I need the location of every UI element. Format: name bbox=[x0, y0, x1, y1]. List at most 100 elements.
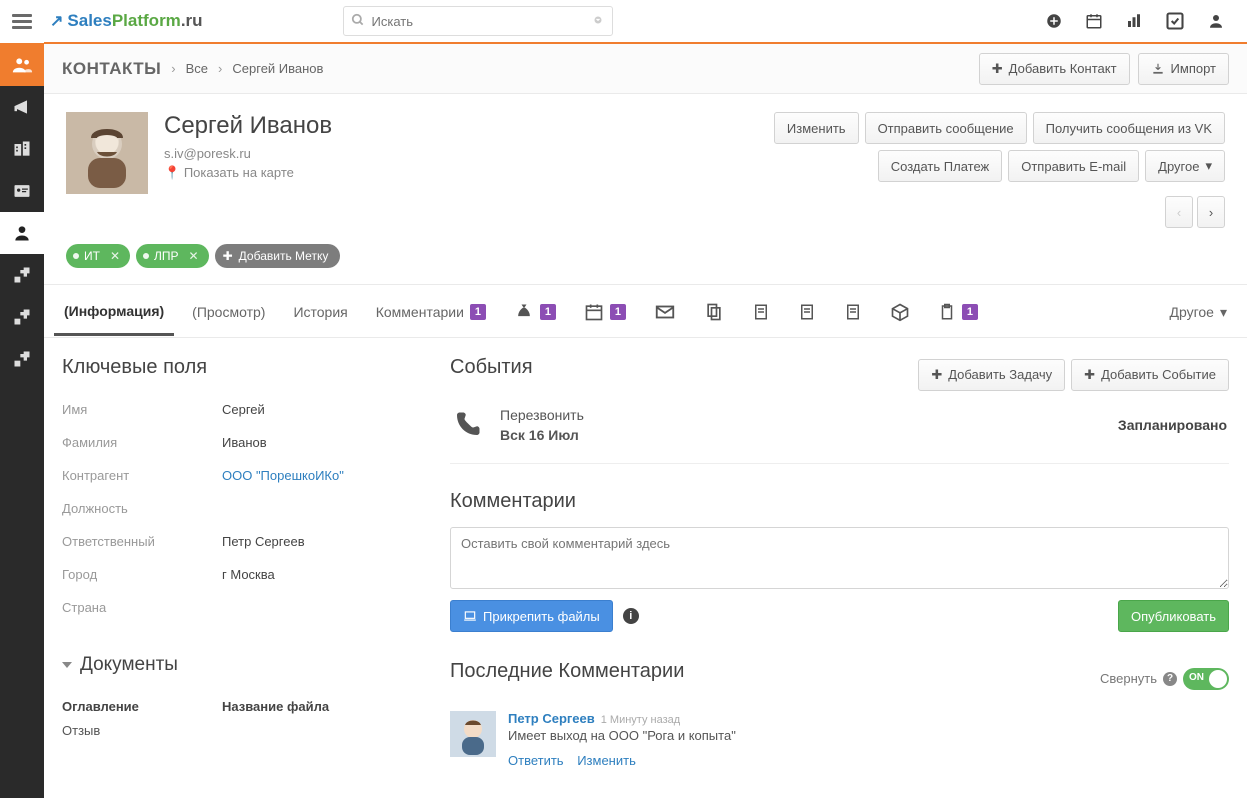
keyfield-label: Страна bbox=[62, 600, 222, 615]
tab-view[interactable]: (Просмотр) bbox=[182, 288, 275, 334]
tab-box[interactable] bbox=[880, 286, 920, 336]
comments-title: Комментарии bbox=[450, 490, 1229, 513]
tab-page2[interactable] bbox=[788, 286, 826, 336]
comment-author[interactable]: Петр Сергеев bbox=[508, 711, 595, 726]
add-icon[interactable] bbox=[1045, 12, 1063, 30]
keyfield-row: ОтветственныйПетр Сергеев bbox=[62, 525, 432, 558]
add-contact-button[interactable]: ✚Добавить Контакт bbox=[979, 53, 1130, 85]
user-icon[interactable] bbox=[1207, 12, 1225, 30]
chevron-right-icon: › bbox=[218, 61, 222, 76]
collapse-toggle[interactable]: ON bbox=[1183, 668, 1229, 690]
recent-comment-item: Петр Сергеев1 Минуту назад Имеет выход н… bbox=[450, 711, 1229, 768]
docs-col1-header: Оглавление bbox=[62, 699, 222, 714]
caret-down-icon[interactable] bbox=[62, 662, 72, 668]
remove-tag-icon[interactable]: ✕ bbox=[110, 249, 120, 263]
sidebar-item-ext1[interactable] bbox=[0, 254, 44, 296]
keyfield-value[interactable]: ООО "ПорешкоИКо" bbox=[222, 468, 344, 483]
keyfield-label: Город bbox=[62, 567, 222, 582]
reply-link[interactable]: Ответить bbox=[508, 753, 564, 768]
add-tag-button[interactable]: ✚Добавить Метку bbox=[215, 244, 341, 268]
tab-page3[interactable] bbox=[834, 286, 872, 336]
money-bag-icon bbox=[514, 302, 534, 322]
crumb-person: Сергей Иванов bbox=[232, 61, 323, 76]
sidebar-item-ext2[interactable] bbox=[0, 296, 44, 338]
clipboard-icon bbox=[938, 302, 956, 322]
sidebar-item-ext3[interactable] bbox=[0, 338, 44, 380]
sidebar-item-cards[interactable] bbox=[0, 170, 44, 212]
tab-calendar[interactable]: 1 bbox=[574, 286, 636, 336]
keyfield-row: Страна bbox=[62, 591, 432, 624]
create-payment-button[interactable]: Создать Платеж bbox=[878, 150, 1002, 182]
menu-toggle[interactable] bbox=[0, 0, 44, 43]
recent-comments-title: Последние Комментарии bbox=[450, 660, 1100, 683]
event-text: Перезвонить bbox=[500, 407, 584, 423]
event-status: Запланировано bbox=[1118, 417, 1227, 433]
page-icon bbox=[798, 302, 816, 322]
tab-money[interactable]: 1 bbox=[504, 286, 566, 336]
keyfield-label: Фамилия bbox=[62, 435, 222, 450]
remove-tag-icon[interactable]: ✕ bbox=[189, 249, 199, 263]
send-email-button[interactable]: Отправить E-mail bbox=[1008, 150, 1139, 182]
tag-lpr[interactable]: ЛПР✕ bbox=[136, 244, 209, 268]
keyfield-value: Иванов bbox=[222, 435, 267, 450]
contact-avatar bbox=[66, 112, 148, 194]
plus-icon: ✚ bbox=[223, 249, 233, 263]
tab-page1[interactable] bbox=[742, 286, 780, 336]
keyfield-row: ФамилияИванов bbox=[62, 426, 432, 459]
edit-comment-link[interactable]: Изменить bbox=[577, 753, 636, 768]
event-item[interactable]: Перезвонить Вск 16 Июл Запланировано bbox=[450, 393, 1229, 464]
add-task-button[interactable]: ✚Добавить Задачу bbox=[918, 359, 1065, 391]
sidebar-item-campaigns[interactable] bbox=[0, 86, 44, 128]
keyfield-label: Имя bbox=[62, 402, 222, 417]
other-actions-button[interactable]: Другое ▾ bbox=[1145, 150, 1225, 182]
plus-icon: ✚ bbox=[1084, 367, 1095, 383]
next-record-button[interactable]: › bbox=[1197, 196, 1225, 228]
contact-email[interactable]: s.iv@poresk.ru bbox=[164, 146, 332, 161]
docs-col1-value[interactable]: Отзыв bbox=[62, 723, 222, 738]
search-input[interactable] bbox=[343, 6, 613, 36]
keyfields-title: Ключевые поля bbox=[62, 356, 432, 379]
tab-info[interactable]: (Информация) bbox=[54, 287, 174, 336]
laptop-icon bbox=[463, 610, 477, 622]
tab-comments[interactable]: Комментарии1 bbox=[366, 288, 496, 334]
collapse-label: Свернуть bbox=[1100, 671, 1157, 686]
documents-title: Документы bbox=[80, 654, 178, 676]
keyfield-value: Сергей bbox=[222, 402, 265, 417]
show-on-map[interactable]: 📍 Показать на карте bbox=[164, 165, 332, 181]
keyfield-row: КонтрагентООО "ПорешкоИКо" bbox=[62, 459, 432, 492]
page-icon bbox=[844, 302, 862, 322]
docs-col2-header: Название файла bbox=[222, 699, 329, 714]
edit-button[interactable]: Изменить bbox=[774, 112, 859, 144]
tab-mail[interactable] bbox=[644, 285, 686, 337]
sidebar-item-contacts-group[interactable] bbox=[0, 44, 44, 86]
import-button[interactable]: Импорт bbox=[1138, 53, 1229, 85]
tab-clipboard[interactable]: 1 bbox=[928, 286, 988, 336]
crumb-all[interactable]: Все bbox=[186, 61, 208, 76]
plus-icon: ✚ bbox=[931, 367, 942, 383]
attach-files-button[interactable]: Прикрепить файлы bbox=[450, 600, 613, 632]
info-icon[interactable]: i bbox=[623, 608, 639, 624]
publish-button[interactable]: Опубликовать bbox=[1118, 600, 1229, 632]
calendar-icon[interactable] bbox=[1085, 12, 1103, 30]
get-vk-button[interactable]: Получить сообщения из VK bbox=[1033, 112, 1225, 144]
sidebar-item-contact-active[interactable] bbox=[0, 212, 44, 254]
keyfield-row: Городг Москва bbox=[62, 558, 432, 591]
caret-down-icon: ▾ bbox=[1205, 158, 1212, 174]
search-dropdown-icon[interactable] bbox=[591, 13, 605, 27]
tab-docs[interactable] bbox=[694, 286, 734, 336]
sidebar-item-organizations[interactable] bbox=[0, 128, 44, 170]
tab-other[interactable]: Другое ▾ bbox=[1159, 288, 1237, 335]
phone-icon bbox=[452, 410, 482, 440]
logo[interactable]: ↗ SalesPlatform.ru bbox=[50, 11, 203, 31]
reports-icon[interactable] bbox=[1125, 12, 1143, 30]
send-message-button[interactable]: Отправить сообщение bbox=[865, 112, 1027, 144]
add-event-button[interactable]: ✚Добавить Событие bbox=[1071, 359, 1229, 391]
keyfield-value: г Москва bbox=[222, 567, 275, 582]
tab-history[interactable]: История bbox=[283, 288, 357, 334]
comment-message: Имеет выход на ООО "Рога и копыта" bbox=[508, 728, 736, 743]
tasks-icon[interactable] bbox=[1165, 11, 1185, 31]
comment-input[interactable] bbox=[450, 527, 1229, 589]
tag-it[interactable]: ИТ✕ bbox=[66, 244, 130, 268]
help-icon[interactable]: ? bbox=[1163, 672, 1177, 686]
keyfield-value: Петр Сергеев bbox=[222, 534, 305, 549]
